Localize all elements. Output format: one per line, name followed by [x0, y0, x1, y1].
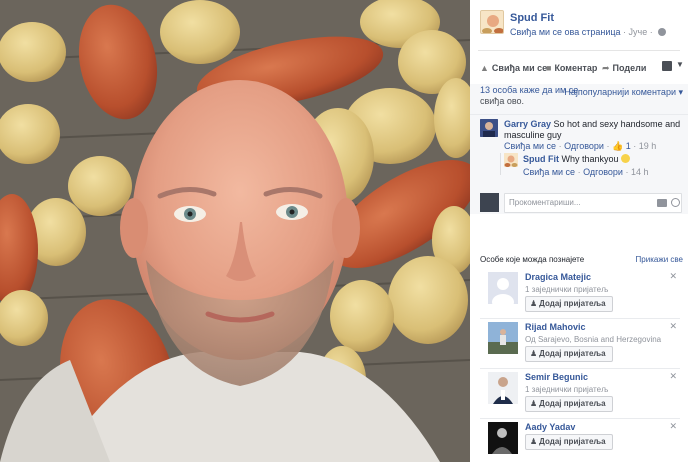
close-icon[interactable]: ✕ — [669, 421, 677, 432]
add-friend-button[interactable]: ♟ Додај пријатеља — [525, 346, 613, 362]
commenter-avatar[interactable] — [480, 119, 498, 137]
page-avatar[interactable] — [480, 10, 504, 34]
close-icon[interactable]: ✕ — [669, 371, 677, 382]
comment-text: Garry Gray So hot and sexy handsome and … — [504, 119, 684, 141]
reply-reply-link[interactable]: Одговори — [583, 167, 623, 177]
add-friend-label: Додај пријатеља — [539, 299, 606, 308]
comment-button[interactable]: ■ Коментар — [546, 63, 597, 73]
comment-reply-link[interactable]: Одговори — [564, 141, 604, 151]
share-button[interactable]: ➦ Подели — [602, 63, 646, 74]
pymk-see-all-link[interactable]: Прикажи све — [636, 255, 683, 264]
person-photo-image — [488, 372, 518, 404]
share-arrow-icon: ➦ — [602, 63, 610, 73]
reply-text: Spud Fit Why thankyou — [523, 154, 631, 164]
camera-icon[interactable] — [657, 199, 667, 207]
post-time[interactable]: Јуче — [629, 27, 648, 37]
person-divider — [480, 318, 680, 319]
post-side-panel: Spud Fit Свиђа ми се ова страница · Јуче… — [470, 0, 688, 462]
comment-label: Коментар — [554, 63, 598, 73]
chevron-down-icon[interactable]: ▼ — [676, 60, 684, 69]
mutual-friends-text[interactable]: 1 заједнички пријатељ — [525, 285, 608, 294]
add-friend-label: Додај пријатеља — [539, 437, 606, 446]
person-divider — [480, 368, 680, 369]
reply-avatar-image — [504, 153, 518, 167]
comment-time[interactable]: 19 h — [639, 141, 657, 151]
person-location-text: Од Sarajevo, Bosnia and Herzegovina — [525, 335, 662, 344]
post-actions-bar: ▲ Свиђа ми се ■ Коментар ➦ Подели ▼ — [470, 51, 688, 87]
emoji-picker-icon[interactable] — [671, 198, 680, 207]
likes-line-2: свиђа ово. — [480, 96, 525, 106]
reply-author-link[interactable]: Spud Fit — [523, 154, 559, 164]
person-name-link[interactable]: Rijad Mahovic — [525, 322, 586, 332]
person-name-link[interactable]: Aady Yadav — [525, 422, 575, 432]
post-photo[interactable] — [0, 0, 470, 462]
person-photo-image — [488, 322, 518, 354]
profile-selector-icon[interactable] — [662, 61, 672, 71]
person-name-link[interactable]: Semir Begunic — [525, 372, 588, 382]
add-friend-label: Додај пријатеља — [539, 399, 606, 408]
comments-section: Garry Gray So hot and sexy handsome and … — [470, 114, 688, 214]
add-friend-label: Додај пријатеља — [539, 349, 606, 358]
person-name-link[interactable]: Dragica Matejic — [525, 272, 591, 282]
close-icon[interactable]: ✕ — [669, 271, 677, 282]
page-liked-label[interactable]: Свиђа ми се ова страница — [510, 27, 621, 37]
meta-separator-2: · — [649, 27, 656, 37]
person-divider — [480, 418, 680, 419]
person-photo-image — [488, 422, 518, 454]
thumbs-up-icon: ▲ — [480, 63, 489, 73]
reply-like-link[interactable]: Свиђа ми се — [523, 167, 575, 177]
add-friend-icon: ♟ — [530, 349, 538, 358]
photo-viewer: Spud Fit Свиђа ми се ова страница · Јуче… — [0, 0, 688, 462]
smiley-emoji-icon — [621, 154, 631, 163]
pymk-person: Rijad Mahovic Од Sarajevo, Bosnia and He… — [488, 321, 683, 370]
pymk-person: Aady Yadav ♟ Додај пријатеља ✕ — [488, 421, 683, 462]
add-friend-button[interactable]: ♟ Додај пријатеља — [525, 296, 613, 312]
close-icon[interactable]: ✕ — [669, 321, 677, 332]
like-count-thumb-icon: 👍 — [611, 141, 624, 151]
add-friend-icon: ♟ — [530, 399, 538, 408]
like-label: Свиђа ми се — [491, 63, 548, 73]
page-name-link[interactable]: Spud Fit — [510, 12, 554, 24]
comment-like-link[interactable]: Свиђа ми се — [504, 141, 556, 151]
post-meta: Свиђа ми се ова страница · Јуче · — [510, 27, 667, 37]
reply-body: Why thankyou — [561, 154, 619, 164]
add-friend-button[interactable]: ♟ Додај пријатеља — [525, 396, 613, 412]
avatar-image — [481, 11, 503, 33]
like-button[interactable]: ▲ Свиђа ми се — [480, 63, 547, 73]
pymk-person: Dragica Matejic 1 заједнички пријатељ ♟ Д… — [488, 271, 683, 320]
default-avatar-icon — [488, 272, 518, 304]
comment-icon: ■ — [546, 63, 552, 73]
mutual-friends-text[interactable]: 1 заједнички пријатељ — [525, 385, 608, 394]
reply-time[interactable]: 14 h — [631, 167, 649, 177]
comment-composer: Прокоментариши... — [470, 191, 688, 217]
current-user-avatar — [480, 193, 499, 212]
comment-author-link[interactable]: Garry Gray — [504, 119, 551, 129]
add-friend-button[interactable]: ♟ Додај пријатеља — [525, 434, 613, 450]
comment-input[interactable]: Прокоментариши... — [504, 193, 682, 213]
pymk-person: Semir Begunic 1 заједнички пријатељ ♟ Дод… — [488, 371, 683, 420]
person-photo[interactable] — [488, 372, 518, 404]
person-photo[interactable] — [488, 422, 518, 454]
comment-input-placeholder: Прокоментариши... — [509, 198, 581, 207]
person-photo[interactable] — [488, 322, 518, 354]
reply-actions: Свиђа ми се · Одговори · 14 h — [523, 167, 648, 177]
photo-image — [0, 0, 470, 462]
person-photo[interactable] — [488, 272, 518, 304]
comment-actions: Свиђа ми се · Одговори · 👍 1 · 19 h — [504, 141, 656, 152]
commenter-avatar-image — [480, 119, 498, 137]
post-header: Spud Fit Свиђа ми се ова страница · Јуче… — [470, 0, 688, 50]
comment-sort-dropdown[interactable]: Најпопуларнији коментари ▾ — [564, 87, 683, 98]
reply-avatar[interactable] — [504, 153, 518, 167]
reply-thread-line — [500, 153, 501, 175]
add-friend-icon: ♟ — [530, 437, 538, 446]
globe-icon — [658, 28, 667, 36]
pymk-title: Особе које можда познајете — [480, 255, 585, 264]
share-label: Подели — [612, 63, 647, 73]
comment-like-count[interactable]: 1 — [626, 141, 631, 151]
reactions-summary: 13 особа каже да им се свиђа ово. Најпоп… — [470, 84, 688, 114]
add-friend-icon: ♟ — [530, 299, 538, 308]
